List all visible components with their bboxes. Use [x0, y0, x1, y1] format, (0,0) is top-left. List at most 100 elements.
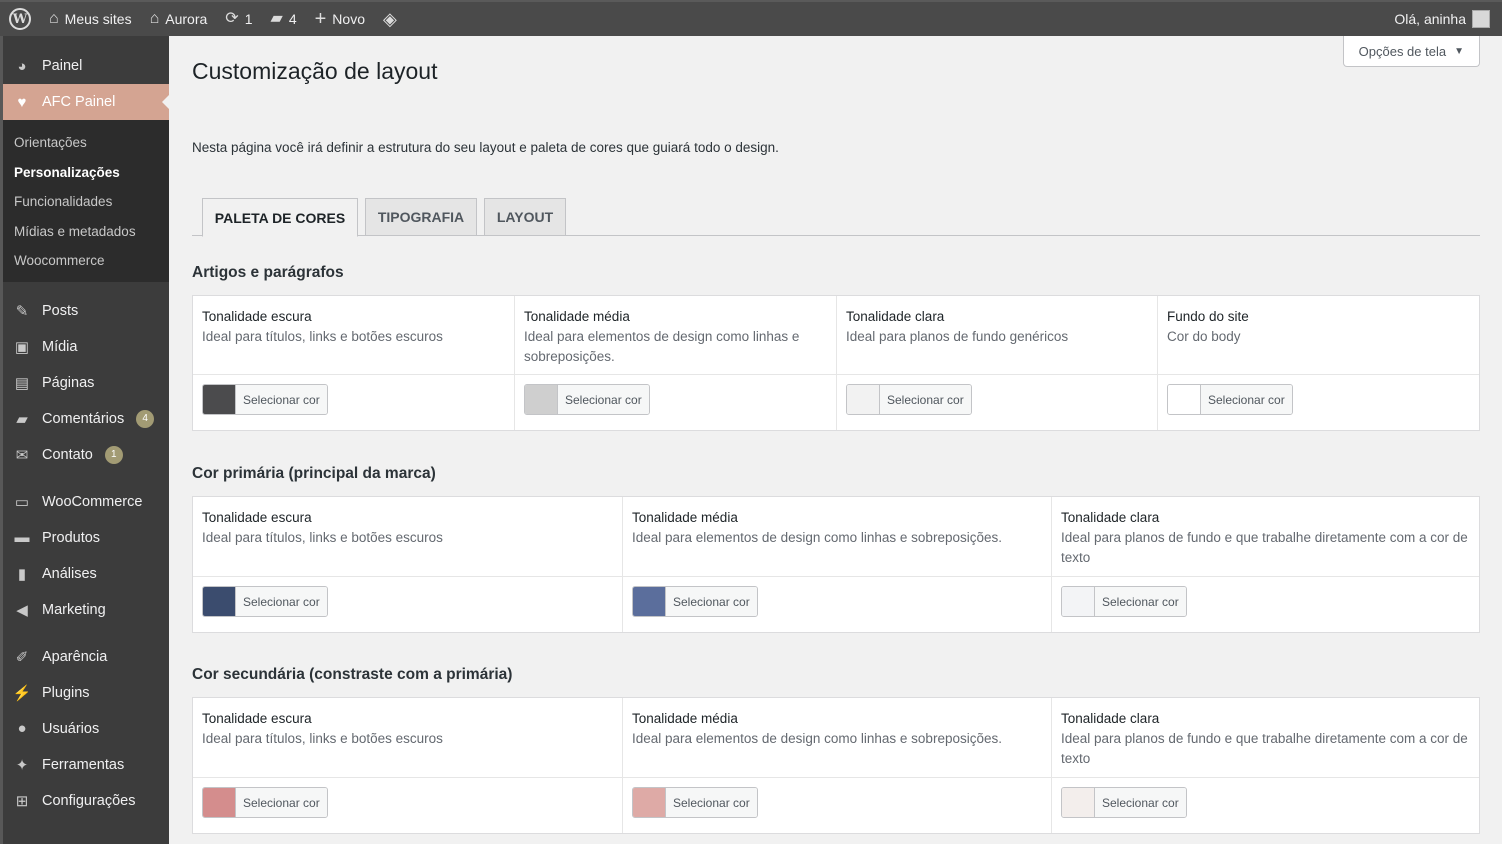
color-field-picker: Selecionar cor	[1158, 375, 1479, 430]
dashboard-gauge-icon: ◕	[17, 57, 27, 75]
menu-label: Painel	[42, 58, 83, 74]
section-title: Artigos e parágrafos	[192, 264, 344, 281]
color-field-header: Tonalidade média Ideal para elementos de…	[623, 698, 1052, 778]
menu-item-comentarios[interactable]: ▰ Comentários 4	[3, 401, 169, 437]
menu-item-produtos[interactable]: ▬ Produtos	[3, 520, 169, 556]
pushpin-icon: ✎	[15, 302, 29, 320]
field-description: Ideal para planos de fundo e que trabalh…	[1061, 731, 1468, 766]
menu-item-posts[interactable]: ✎ Posts	[3, 293, 169, 329]
contact-badge: 1	[104, 445, 123, 464]
select-color-button[interactable]: Selecionar cor	[524, 384, 650, 415]
wrench-icon: ✦	[15, 756, 29, 774]
submenu-item-midias-metadados[interactable]: Mídias e metadados	[3, 217, 169, 247]
page-intro: Nesta página você irá definir a estrutur…	[192, 140, 779, 155]
color-field-picker: Selecionar cor	[515, 375, 837, 430]
color-field-picker: Selecionar cor	[193, 778, 623, 833]
menu-item-painel[interactable]: ◕ Painel	[3, 48, 169, 84]
greeting-label: Olá, aninha	[1394, 11, 1466, 27]
color-swatch	[525, 385, 558, 414]
color-swatch	[203, 385, 236, 414]
menu-item-afc-painel[interactable]: ♥ AFC Painel	[3, 84, 170, 120]
submenu-item-personalizacoes[interactable]: Personalizações	[3, 158, 169, 188]
diamond-icon: ◈	[382, 9, 397, 29]
submenu-item-funcionalidades[interactable]: Funcionalidades	[3, 187, 169, 217]
menu-label: Plugins	[42, 684, 90, 701]
menu-label: Páginas	[42, 374, 95, 391]
settings-sliders-icon: ⊞	[15, 792, 29, 810]
envelope-icon: ✉	[15, 446, 29, 464]
field-description: Ideal para elementos de design como linh…	[524, 329, 800, 364]
field-label: Tonalidade clara	[1061, 510, 1160, 525]
avatar	[1472, 10, 1490, 28]
media-icon: ▣	[14, 338, 30, 356]
my-account-button[interactable]: Olá, aninha	[1385, 1, 1502, 37]
new-content-button[interactable]: + Novo	[306, 1, 374, 37]
afc-submenu: Orientações Personalizações Funcionalida…	[3, 120, 169, 282]
color-field-picker: Selecionar cor	[623, 778, 1052, 833]
submenu-item-orientacoes[interactable]: Orientações	[3, 128, 169, 158]
color-field-picker: Selecionar cor	[193, 375, 515, 430]
select-color-button[interactable]: Selecionar cor	[1167, 384, 1293, 415]
color-field-header: Tonalidade escura Ideal para títulos, li…	[193, 296, 515, 375]
select-color-button[interactable]: Selecionar cor	[1061, 586, 1187, 617]
color-field-picker: Selecionar cor	[623, 577, 1052, 632]
menu-item-plugins[interactable]: ⚡ Plugins	[3, 675, 169, 711]
color-field-picker: Selecionar cor	[837, 375, 1158, 430]
comments-badge: 4	[136, 409, 155, 428]
comments-button[interactable]: ▰ 4	[262, 1, 306, 37]
field-label: Tonalidade clara	[846, 309, 945, 324]
main-content: Opções de tela ▼ Customização de layout …	[169, 36, 1502, 844]
wordpress-logo-button[interactable]: W	[0, 1, 40, 37]
my-sites-icon: ⌂	[49, 10, 59, 27]
menu-item-midia[interactable]: ▣ Mídia	[3, 329, 169, 365]
menu-item-marketing[interactable]: ◀ Marketing	[3, 592, 169, 628]
select-color-button[interactable]: Selecionar cor	[846, 384, 972, 415]
select-color-button[interactable]: Selecionar cor	[202, 384, 328, 415]
tab-paleta-de-cores[interactable]: PALETA DE CORES	[202, 198, 358, 237]
site-name-button[interactable]: ⌂ Aurora	[141, 1, 217, 37]
menu-item-usuarios[interactable]: ● Usuários	[3, 711, 169, 747]
menu-item-paginas[interactable]: ▤ Páginas	[3, 365, 169, 401]
select-color-label: Selecionar cor	[558, 385, 649, 414]
field-label: Tonalidade média	[524, 309, 630, 324]
menu-item-contato[interactable]: ✉ Contato 1	[3, 437, 169, 473]
new-content-label: Novo	[332, 11, 365, 27]
color-field-picker: Selecionar cor	[1052, 778, 1479, 833]
my-sites-button[interactable]: ⌂ Meus sites	[40, 1, 141, 37]
screen-options-button[interactable]: Opções de tela ▼	[1342, 36, 1480, 67]
submenu-item-woocommerce[interactable]: Woocommerce	[3, 246, 169, 276]
user-icon: ●	[17, 720, 27, 737]
color-panel-primaria: Tonalidade escura Ideal para títulos, li…	[192, 496, 1480, 633]
select-color-button[interactable]: Selecionar cor	[202, 787, 328, 818]
updates-button[interactable]: ⟳ 1	[216, 1, 261, 37]
menu-item-analises[interactable]: ▮ Análises	[3, 556, 169, 592]
tab-tipografia[interactable]: TIPOGRAFIA	[365, 198, 477, 236]
color-swatch	[633, 788, 666, 817]
select-color-button[interactable]: Selecionar cor	[1061, 787, 1187, 818]
field-label: Tonalidade média	[632, 510, 738, 525]
menu-item-ferramentas[interactable]: ✦ Ferramentas	[3, 747, 169, 783]
menu-label: Mídia	[42, 338, 78, 355]
diamond-plugin-button[interactable]: ◈	[374, 1, 406, 37]
color-field-header: Tonalidade escura Ideal para títulos, li…	[193, 497, 623, 577]
select-color-button[interactable]: Selecionar cor	[632, 586, 758, 617]
menu-item-aparencia[interactable]: ✐ Aparência	[3, 639, 169, 675]
updates-count: 1	[244, 11, 253, 27]
comment-bubble-icon: ▰	[270, 10, 283, 27]
tab-layout[interactable]: LAYOUT	[484, 198, 566, 236]
color-swatch	[1062, 587, 1095, 616]
field-label: Tonalidade escura	[202, 510, 312, 525]
section-title: Cor secundária (constraste com a primári…	[192, 666, 513, 683]
select-color-button[interactable]: Selecionar cor	[202, 586, 328, 617]
field-description: Ideal para títulos, links e botões escur…	[202, 530, 443, 545]
pages-icon: ▤	[14, 374, 30, 392]
menu-item-configuracoes[interactable]: ⊞ Configurações	[3, 783, 169, 819]
color-panel-secundaria: Tonalidade escura Ideal para títulos, li…	[192, 697, 1480, 834]
admin-sidebar: ◕ Painel ♥ AFC Painel Orientações Person…	[0, 36, 170, 844]
color-swatch	[633, 587, 666, 616]
wordpress-icon: W	[9, 8, 31, 30]
color-field-header: Tonalidade clara Ideal para planos de fu…	[1052, 497, 1479, 577]
select-color-button[interactable]: Selecionar cor	[632, 787, 758, 818]
menu-item-woocommerce[interactable]: ▭ WooCommerce	[3, 484, 169, 520]
color-field-picker: Selecionar cor	[1052, 577, 1479, 632]
